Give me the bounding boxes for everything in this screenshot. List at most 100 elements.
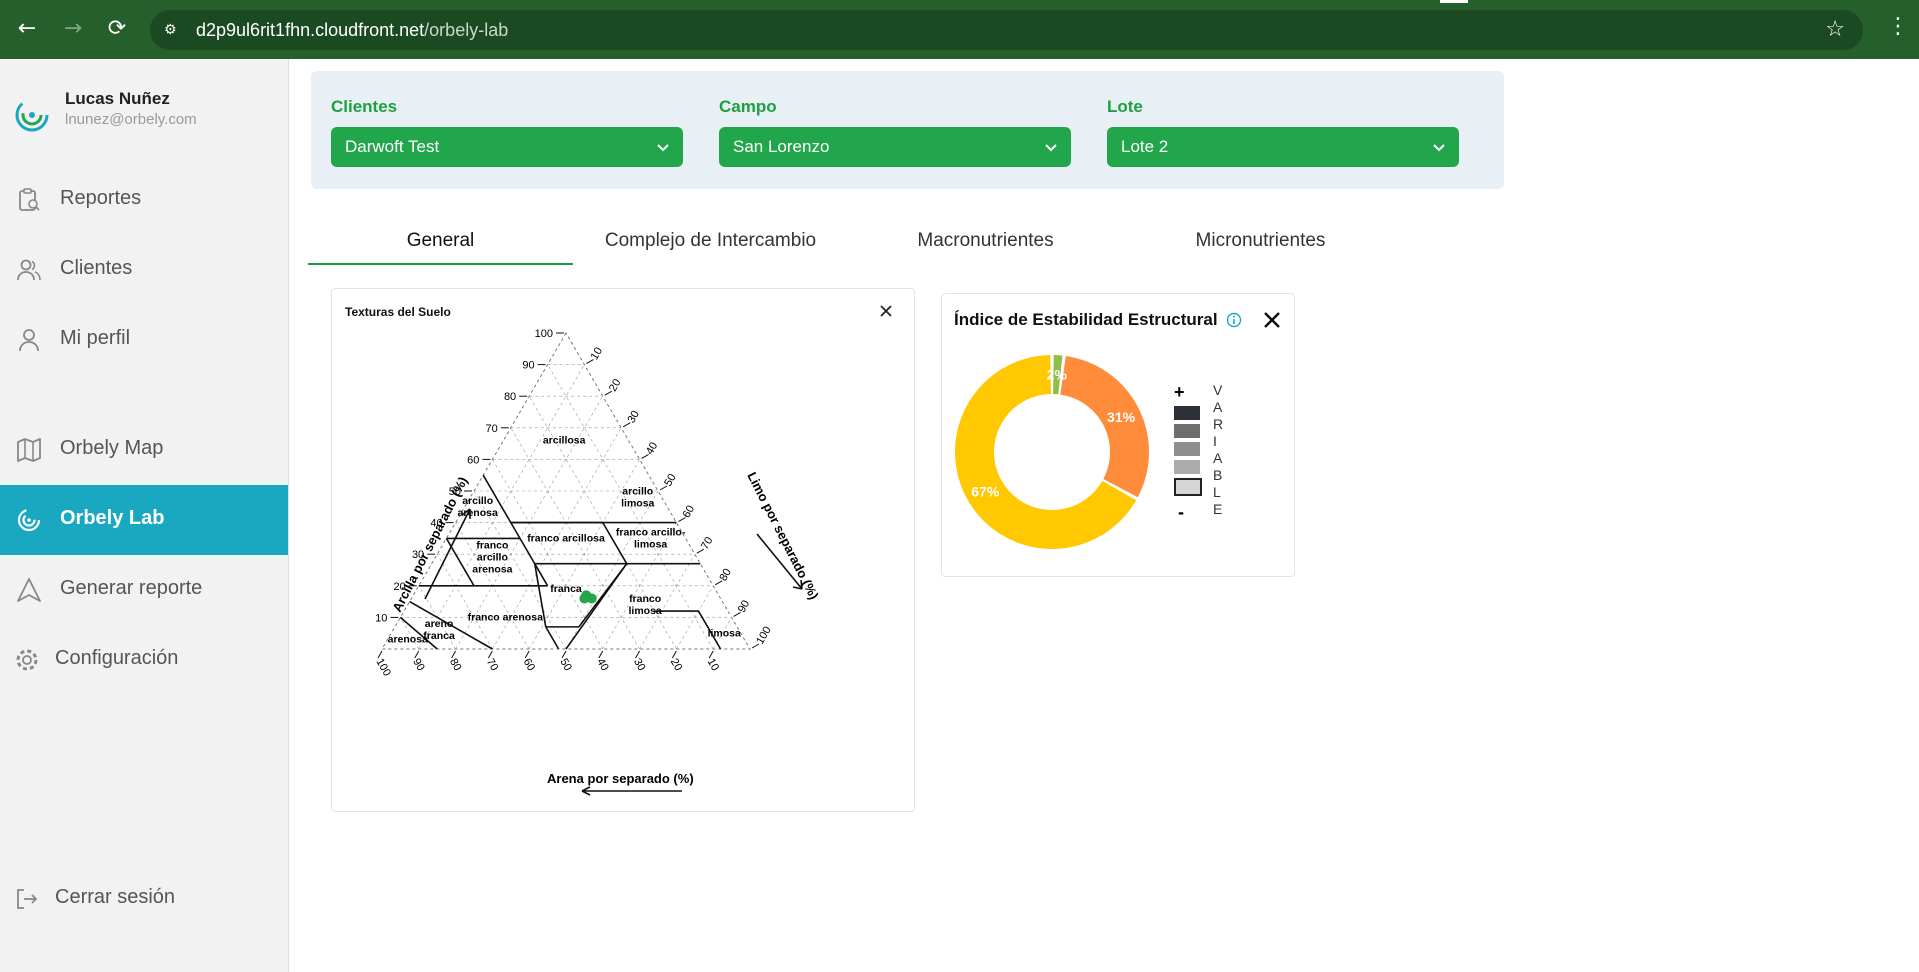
texture-class-label: franco limosa <box>628 593 661 617</box>
texture-class-labels: arcillosa arcillo limosa arcillo arenosa fran… <box>388 435 741 646</box>
legend-word-letter: A <box>1213 399 1223 415</box>
sand-tick-label: 100 <box>373 657 393 679</box>
clay-tick-label: 10 <box>375 612 387 624</box>
chevron-down-icon <box>1433 144 1445 152</box>
texture-class-label: limosa <box>708 627 741 639</box>
legend-swatch <box>1174 442 1200 456</box>
texture-class-label-line: franco arenosa <box>468 612 543 624</box>
legend-swatch <box>1174 424 1200 438</box>
donut-slice[interactable] <box>1060 355 1149 498</box>
stability-index-card: Índice de Estabilidad Estructural 2% 31% 6… <box>941 293 1295 577</box>
donut-slice-label: 67% <box>971 483 1000 499</box>
select-value: Lote 2 <box>1121 137 1169 156</box>
logout-label: Cerrar sesión <box>55 886 176 908</box>
texture-class-label-line: franco <box>476 540 508 552</box>
select-value: Darwoft Test <box>345 137 440 156</box>
legend-word-letter: A <box>1213 450 1223 466</box>
forward-icon[interactable]: → <box>58 14 88 44</box>
silt-tick-label: 40 <box>644 440 661 457</box>
bottom-axis-label: Arena por separado (%) <box>547 771 694 786</box>
legend-word-letter: B <box>1213 467 1223 483</box>
sidebar-item-label: Orbely Map <box>60 437 164 459</box>
tab-micronutrientes[interactable]: Micronutrientes <box>1123 219 1398 263</box>
texture-class-label: arcillosa <box>543 435 586 447</box>
legend-plus: + <box>1174 382 1185 402</box>
silt-tick-label: 100 <box>754 625 774 647</box>
lote-select[interactable]: Lote 2 <box>1107 127 1459 167</box>
clay-tick-label: 60 <box>467 454 479 466</box>
tab-complejo-de-intercambio[interactable]: Complejo de Intercambio <box>573 219 848 263</box>
sidebar-item-configuracion[interactable]: Configuración <box>0 625 288 695</box>
texture-class-label: franco arcillo arenosa <box>472 540 512 576</box>
texture-class-label-line: franco arcillosa <box>527 533 605 545</box>
texture-class-label-line: limosa <box>628 605 661 617</box>
donut-slice-label: 2% <box>1047 367 1068 383</box>
clay-tick-label: 70 <box>486 423 498 435</box>
sand-tick-label: 90 <box>410 657 427 674</box>
triangle-grid <box>381 332 751 650</box>
main-content: Clientes Darwoft Test Campo San Lorenzo … <box>296 59 1528 972</box>
legend-word-letter: E <box>1213 501 1223 517</box>
address-bar[interactable]: ⚙ d2p9ul6rit1fhn.cloudfront.net/orbely-l… <box>150 10 1863 50</box>
legend-swatch <box>1174 478 1202 496</box>
tab-macronutrientes[interactable]: Macronutrientes <box>848 219 1123 263</box>
silt-tick-label: 70 <box>699 535 716 552</box>
sidebar-item-orbely-map[interactable]: Orbely Map <box>0 415 288 485</box>
url-text[interactable]: d2p9ul6rit1fhn.cloudfront.net/orbely-lab <box>196 20 508 41</box>
sidebar-item-mi-perfil[interactable]: Mi perfil <box>0 305 288 375</box>
browser-menu-icon[interactable]: ⋮ <box>1887 14 1909 39</box>
sand-tick-label: 70 <box>484 657 501 674</box>
sidebar-item-reportes[interactable]: Reportes <box>0 165 288 235</box>
sand-tick-label: 60 <box>521 657 538 674</box>
legend-word-letter: I <box>1213 433 1217 449</box>
left-axis-label: Arcilla por separado (%) <box>389 474 470 614</box>
gear-icon <box>16 649 38 671</box>
donut-slice-label: 31% <box>1107 409 1136 425</box>
site-settings-icon[interactable]: ⚙ <box>164 21 182 39</box>
silt-tick-label: 60 <box>681 503 698 520</box>
soil-texture-card: Texturas del Suelo 10 20 30 40 50 60 70 80 90 100… <box>331 288 915 812</box>
legend-word-letter: R <box>1213 416 1224 432</box>
active-tab-indicator <box>1440 0 1468 3</box>
sand-tick-label: 40 <box>594 657 611 674</box>
user-name: Lucas Nuñez <box>65 89 170 108</box>
sand-tick-label: 30 <box>631 657 648 674</box>
texture-class-label: arcillo arenosa <box>458 495 498 519</box>
browser-toolbar: ← → ⟳ ⚙ d2p9ul6rit1fhn.cloudfront.net/or… <box>0 0 1919 59</box>
texture-class-label: franca <box>550 583 582 595</box>
sidebar-item-clientes[interactable]: Clientes <box>0 235 288 305</box>
filters-panel: Clientes Darwoft Test Campo San Lorenzo … <box>311 71 1504 189</box>
legend-minus: - <box>1178 502 1184 522</box>
sand-tick-label: 50 <box>557 657 574 674</box>
sidebar-item-orbely-lab[interactable]: Orbely Lab <box>0 485 288 555</box>
sidebar-item-generar-reporte[interactable]: Generar reporte <box>0 555 288 625</box>
texture-class-label-line: arcillo <box>462 495 493 507</box>
bookmark-star-icon[interactable]: ☆ <box>1825 17 1845 42</box>
texture-class-label-line: franco <box>629 593 661 605</box>
texture-class-label-line: franco arcillo- <box>616 527 686 539</box>
clay-tick-label: 80 <box>504 391 516 403</box>
texture-class-label-line: arcillosa <box>543 435 586 447</box>
back-icon[interactable]: ← <box>12 14 42 44</box>
lab-icon <box>17 508 41 532</box>
legend-swatch <box>1174 460 1200 474</box>
campo-select[interactable]: San Lorenzo <box>719 127 1071 167</box>
sand-tick-label: 10 <box>705 657 722 674</box>
clientes-select[interactable]: Darwoft Test <box>331 127 683 167</box>
texture-class-label-line: arcillo <box>622 485 653 497</box>
stability-donut-chart: 2% 31% 67% <box>955 355 1149 549</box>
legend-word-letter: L <box>1213 484 1221 500</box>
filter-label: Lote <box>1107 97 1143 116</box>
filter-clientes: Clientes Darwoft Test <box>331 97 683 167</box>
texture-class-label: areno franca <box>423 618 455 642</box>
logout-button[interactable]: Cerrar sesión <box>0 864 288 934</box>
filter-lote: Lote Lote 2 <box>1107 97 1459 167</box>
users-icon <box>17 259 41 281</box>
sidebar: Lucas Nuñez lnunez@orbely.com Reportes C… <box>0 59 289 972</box>
silt-tick-label: 10 <box>589 345 606 362</box>
soil-texture-triangle: 1020304050607080901001020304050607080901… <box>373 328 822 796</box>
reload-icon[interactable]: ⟳ <box>102 14 132 44</box>
select-value: San Lorenzo <box>733 137 830 156</box>
donut-slices <box>955 355 1149 549</box>
tab-general[interactable]: General <box>308 219 573 265</box>
